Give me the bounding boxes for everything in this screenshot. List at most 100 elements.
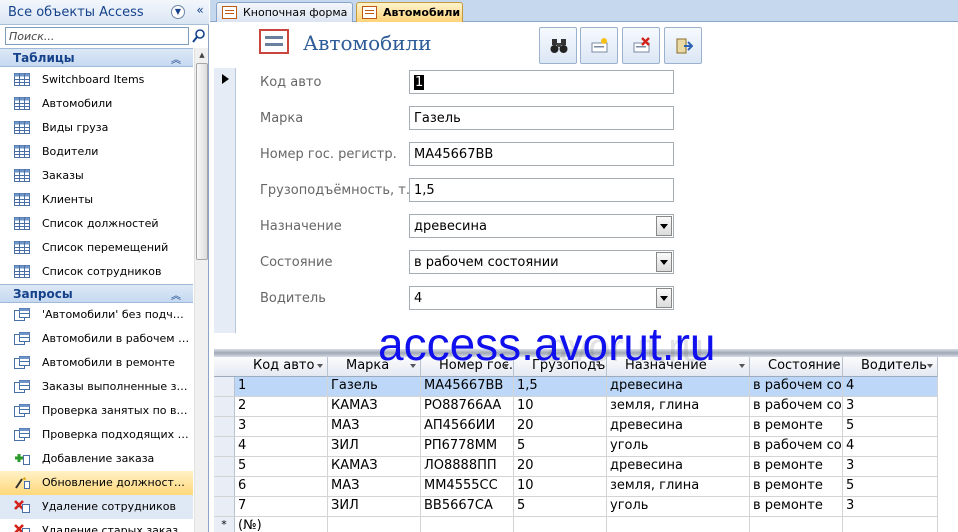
column-header[interactable]: Состояние xyxy=(750,357,843,377)
nav-group-label[interactable]: Таблицы xyxy=(13,51,75,65)
nav-group-header[interactable]: Таблицы ︽ xyxy=(0,48,193,67)
table-cell[interactable]: 5 xyxy=(235,457,328,477)
new-record-row[interactable]: * (№) xyxy=(214,517,958,532)
nav-item[interactable]: Список сотрудников xyxy=(0,260,193,284)
nav-item[interactable]: Обновление должности сотрудника xyxy=(0,471,193,495)
table-cell[interactable]: в ремонте xyxy=(750,417,843,437)
find-button[interactable] xyxy=(539,27,577,64)
table-cell[interactable]: в рабочем сос xyxy=(750,377,843,397)
table-cell[interactable]: 1,5 xyxy=(514,377,607,397)
table-cell[interactable]: ММ4555СС xyxy=(421,477,514,497)
nav-dropdown-icon[interactable]: ▼ xyxy=(171,5,185,19)
table-cell[interactable]: ЗИЛ xyxy=(328,497,421,517)
nav-item[interactable]: Заказы выполненные за период xyxy=(0,375,193,399)
table-cell[interactable]: 10 xyxy=(514,477,607,497)
table-cell[interactable]: МАЗ xyxy=(328,477,421,497)
text-field[interactable]: МА45667ВВ xyxy=(409,142,674,166)
collapse-group-icon[interactable]: ︽ xyxy=(171,287,181,302)
table-cell[interactable]: земля, глина xyxy=(607,397,750,417)
table-cell[interactable]: в рабочем сос xyxy=(750,437,843,457)
column-filter-icon[interactable] xyxy=(927,364,933,368)
nav-title[interactable]: Все объекты Access xyxy=(8,5,144,20)
nav-item[interactable]: Добавление заказа xyxy=(0,447,193,471)
table-cell[interactable]: ЛО8888ПП xyxy=(421,457,514,477)
row-selector[interactable] xyxy=(214,457,235,477)
collapse-group-icon[interactable]: ︽ xyxy=(171,51,181,66)
table-cell[interactable]: 20 xyxy=(514,417,607,437)
record-selector[interactable] xyxy=(214,68,236,333)
new-record-cell[interactable]: (№) xyxy=(235,517,328,532)
search-input[interactable] xyxy=(6,28,188,44)
table-cell[interactable] xyxy=(843,517,938,532)
nav-group-header[interactable]: Запросы ︽ xyxy=(0,284,193,303)
table-cell[interactable]: 5 xyxy=(514,437,607,457)
table-cell[interactable]: РП6778ММ xyxy=(421,437,514,457)
tab-avtomobili[interactable]: Автомобили xyxy=(356,2,463,22)
nav-item[interactable]: Автомобили xyxy=(0,92,193,116)
table-cell[interactable]: 4 xyxy=(843,437,938,457)
table-cell[interactable]: земля, глина xyxy=(607,477,750,497)
table-cell[interactable]: ЗИЛ xyxy=(328,437,421,457)
table-cell[interactable] xyxy=(750,517,843,532)
table-cell[interactable]: 4 xyxy=(235,437,328,457)
text-field[interactable]: 1 xyxy=(409,70,674,94)
table-cell[interactable]: 3 xyxy=(843,457,938,477)
nav-item[interactable]: Проверка занятых по времени xyxy=(0,399,193,423)
row-selector[interactable] xyxy=(214,397,235,417)
table-cell[interactable] xyxy=(514,517,607,532)
table-cell[interactable]: в ремонте xyxy=(750,457,843,477)
nav-item[interactable]: Список перемещений xyxy=(0,236,193,260)
nav-item[interactable]: Виды груза xyxy=(0,116,193,140)
table-row[interactable]: 5 КАМАЗ ЛО8888ПП 20 древесина в ремонте 3 xyxy=(214,457,958,477)
table-cell[interactable]: МА45667ВВ xyxy=(421,377,514,397)
table-cell[interactable]: 7 xyxy=(235,497,328,517)
table-cell[interactable]: Газель xyxy=(328,377,421,397)
nav-item[interactable]: Автомобили в рабочем состоянии xyxy=(0,327,193,351)
nav-item[interactable]: Удаление сотрудников xyxy=(0,495,193,519)
dropdown-arrow-icon[interactable] xyxy=(656,252,672,272)
table-cell[interactable]: уголь xyxy=(607,437,750,457)
nav-group-label[interactable]: Запросы xyxy=(13,287,73,301)
table-row[interactable]: 3 МАЗ АП4566ИИ 20 древесина в ремонте 5 xyxy=(214,417,958,437)
new-record-marker[interactable]: * xyxy=(214,517,235,532)
column-header[interactable]: Водитель xyxy=(843,357,938,377)
close-form-button[interactable] xyxy=(664,27,702,64)
delete-record-button[interactable] xyxy=(622,27,660,64)
table-cell[interactable]: 5 xyxy=(843,477,938,497)
table-cell[interactable]: 3 xyxy=(843,397,938,417)
scroll-up-icon[interactable]: ▲ xyxy=(197,50,207,60)
table-cell[interactable] xyxy=(328,517,421,532)
table-cell[interactable]: 1 xyxy=(235,377,328,397)
row-selector[interactable] xyxy=(214,377,235,397)
nav-item[interactable]: 'Автомобили' без подчиненных xyxy=(0,303,193,327)
table-cell[interactable] xyxy=(421,517,514,532)
combo-box[interactable]: древесина xyxy=(409,214,674,238)
table-cell[interactable]: МАЗ xyxy=(328,417,421,437)
table-cell[interactable]: 3 xyxy=(235,417,328,437)
tab-switchboard[interactable]: Кнопочная форма xyxy=(216,2,353,22)
table-cell[interactable]: 20 xyxy=(514,457,607,477)
table-cell[interactable]: ВВ5667СА xyxy=(421,497,514,517)
nav-item[interactable]: Заказы xyxy=(0,164,193,188)
new-record-button[interactable] xyxy=(580,27,618,64)
row-selector[interactable] xyxy=(214,417,235,437)
nav-item[interactable]: Switchboard Items xyxy=(0,68,193,92)
table-cell[interactable]: РО88766АА xyxy=(421,397,514,417)
table-row[interactable]: 7 ЗИЛ ВВ5667СА 5 уголь в ремонте 3 xyxy=(214,497,958,517)
table-cell[interactable]: в ремонте xyxy=(750,497,843,517)
dropdown-arrow-icon[interactable] xyxy=(656,288,672,308)
nav-item[interactable]: Проверка подходящих автомобилей xyxy=(0,423,193,447)
row-selector[interactable] xyxy=(214,497,235,517)
table-cell[interactable]: древесина xyxy=(607,417,750,437)
table-row[interactable]: 1 Газель МА45667ВВ 1,5 древесина в рабочем со… xyxy=(214,377,958,397)
table-cell[interactable]: 5 xyxy=(514,497,607,517)
nav-item[interactable]: Список должностей xyxy=(0,212,193,236)
table-cell[interactable]: 10 xyxy=(514,397,607,417)
table-cell[interactable]: древесина xyxy=(607,457,750,477)
table-cell[interactable]: в ремонте xyxy=(750,477,843,497)
column-filter-icon[interactable] xyxy=(317,364,323,368)
shutter-collapse-icon[interactable]: « xyxy=(192,3,208,21)
text-field[interactable]: Газель xyxy=(409,106,674,130)
table-cell[interactable]: уголь xyxy=(607,497,750,517)
text-field[interactable]: 1,5 xyxy=(409,178,674,202)
